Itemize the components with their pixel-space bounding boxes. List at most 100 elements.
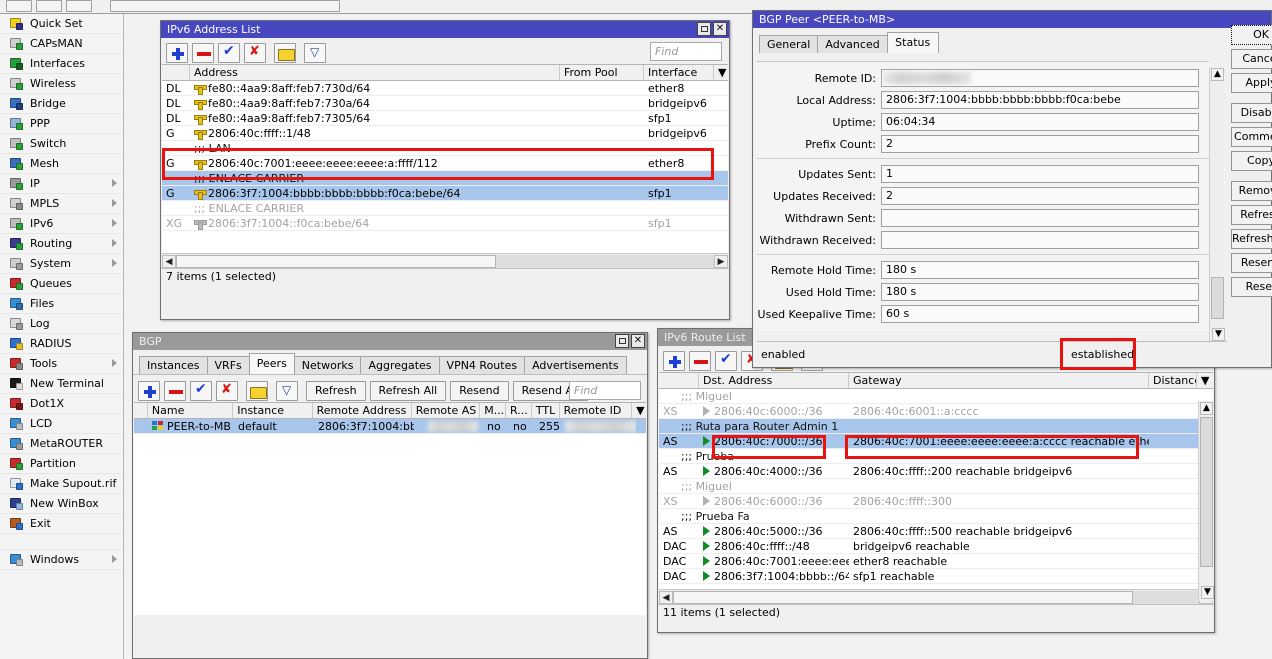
tab-instances[interactable]: Instances [139,356,208,374]
reset-button[interactable]: Reset [1231,277,1272,297]
table-row[interactable]: DLfe80::4aa9:8aff:feb7:730a/64bridgeipv6 [162,96,728,111]
sidebar-item-routing[interactable]: Routing [0,234,123,254]
filter-icon[interactable] [304,43,326,63]
table-row[interactable]: XG2806:3f7:1004::f0ca:bebe/64sfp1 [162,216,728,231]
sidebar-item-log[interactable]: Log [0,314,123,334]
scroll-down-icon[interactable]: ▼ [1201,586,1214,599]
vscroll-thumb[interactable] [1211,277,1224,319]
sidebar-item-new-winbox[interactable]: New WinBox [0,494,123,514]
table-row[interactable]: DLfe80::4aa9:8aff:feb7:730d/64ether8 [162,81,728,96]
field-input[interactable] [881,209,1199,227]
col-distance[interactable]: Distance [1149,373,1197,388]
remove-button[interactable]: Remove [1231,181,1272,201]
table-row-comment[interactable]: ;;; Ruta para Router Admin 1 [659,419,1213,434]
col-flags[interactable] [134,403,148,418]
comment-button[interactable]: Comment [1231,127,1272,147]
col-gateway[interactable]: Gateway [849,373,1149,388]
table-row[interactable]: AS2806:40c:5000::/362806:40c:ffff::500 r… [659,524,1213,539]
table-row[interactable]: XS2806:40c:6000::/362806:40c:6001::a:ccc… [659,404,1213,419]
table-row[interactable]: DAC2806:40c:7001:eeee:eee..ether8 reacha… [659,554,1213,569]
sidebar-item-mesh[interactable]: Mesh [0,154,123,174]
hscroll-thumb[interactable] [176,255,496,268]
sidebar-item-exit[interactable]: Exit [0,514,123,534]
scroll-down-icon[interactable]: ▼ [1212,328,1225,341]
col-from-pool[interactable]: From Pool [560,65,644,80]
table-row[interactable]: XS2806:40c:6000::/362806:40c:ffff::300 [659,494,1213,509]
col-interface[interactable]: Interface [644,65,714,80]
scroll-left-icon[interactable]: ◀ [162,255,176,268]
maximize-button[interactable] [615,334,629,348]
col-instance[interactable]: Instance [233,403,312,418]
disable-button[interactable]: Disable [1231,103,1272,123]
toolbar-button-3[interactable] [66,0,92,12]
sidebar-item-quick-set[interactable]: Quick Set [0,14,123,34]
comment-icon[interactable] [246,381,268,401]
sidebar-item-ip[interactable]: IP [0,174,123,194]
hscroll-track[interactable] [673,591,1199,604]
ipv6-address-hscroll[interactable]: ◀ ▶ [162,253,728,268]
tab-general[interactable]: General [759,35,818,53]
toolbar-button-2[interactable] [36,0,62,12]
tab-advertisements[interactable]: Advertisements [524,356,626,374]
add-icon[interactable] [166,43,188,63]
filter-icon[interactable] [276,381,298,401]
remove-icon[interactable] [164,381,186,401]
sidebar-item-ipv6[interactable]: IPv6 [0,214,123,234]
ipv6-address-list-titlebar[interactable]: IPv6 Address List ✕ [161,21,729,38]
col-menu-icon[interactable]: ▼ [714,65,728,80]
col-name[interactable]: Name [148,403,233,418]
col-remote-as[interactable]: Remote AS [412,403,480,418]
table-row-comment[interactable]: ;;; LAN [162,141,728,156]
sidebar-item-switch[interactable]: Switch [0,134,123,154]
ipv6-route-vscroll[interactable]: ▲ ▼ [1198,401,1213,601]
field-input[interactable]: 06:04:34 [881,113,1199,131]
table-row-comment[interactable]: ;;; Prueba Fa [659,509,1213,524]
add-icon[interactable] [138,381,160,401]
sidebar-item-partition[interactable]: Partition [0,454,123,474]
close-icon[interactable]: ✕ [713,22,727,36]
col-flags[interactable] [659,373,699,388]
field-input[interactable]: 2 [881,135,1199,153]
add-icon[interactable] [663,351,685,371]
col-remote-id[interactable]: Remote ID [560,403,632,418]
bgp-titlebar[interactable]: BGP ✕ [133,333,647,350]
sidebar-item-dot1x[interactable]: Dot1X [0,394,123,414]
table-row-comment[interactable]: ;;; Prueba [659,449,1213,464]
sidebar-item-radius[interactable]: RADIUS [0,334,123,354]
refresh-all-button[interactable]: Refresh All [370,381,447,401]
scroll-left-icon[interactable]: ◀ [659,591,673,604]
scroll-up-icon[interactable]: ▲ [1211,68,1224,81]
sidebar-item-lcd[interactable]: LCD [0,414,123,434]
tab-networks[interactable]: Networks [294,356,362,374]
table-row[interactable]: AS2806:40c:7000::/362806:40c:7001:eeee:e… [659,434,1213,449]
table-row-comment[interactable]: ;;; ENLACE CARRIER [162,201,728,216]
table-row[interactable]: AS2806:40c:4000::/362806:40c:ffff::200 r… [659,464,1213,479]
sidebar-item-ppp[interactable]: PPP [0,114,123,134]
col-dst-address[interactable]: Dst. Address [699,373,849,388]
sidebar-item-capsman[interactable]: CAPsMAN [0,34,123,54]
maximize-button[interactable] [697,22,711,36]
scroll-up-icon[interactable]: ▲ [1200,402,1213,415]
scroll-right-icon[interactable]: ▶ [714,255,728,268]
enable-icon[interactable] [715,351,737,371]
enable-icon[interactable] [218,43,240,63]
col-flags[interactable] [162,65,190,80]
ipv6-route-hscroll[interactable]: ◀ ▶ [659,589,1213,604]
col-ttl[interactable]: TTL [532,403,560,418]
field-input[interactable]: 60 s [881,305,1199,323]
copy-button[interactable]: Copy [1231,151,1272,171]
table-row-comment[interactable]: ;;; Miguel [659,479,1213,494]
table-row[interactable]: DAC2806:40c:ffff::/48bridgeipv6 reachabl… [659,539,1213,554]
field-input[interactable]: 2 [881,187,1199,205]
sidebar-item-metarouter[interactable]: MetaROUTER [0,434,123,454]
sidebar-item-interfaces[interactable]: Interfaces [0,54,123,74]
ok-button[interactable]: OK [1231,25,1272,45]
sidebar-item-tools[interactable]: Tools [0,354,123,374]
tab-peers[interactable]: Peers [249,353,295,374]
sidebar-item-bridge[interactable]: Bridge [0,94,123,114]
col-multihop[interactable]: M... [480,403,506,418]
field-input[interactable] [881,231,1199,249]
hscroll-thumb[interactable] [673,591,1133,604]
table-row[interactable]: G2806:3f7:1004:bbbb:bbbb:bbbb:f0ca:bebe/… [162,186,728,201]
refresh-button[interactable]: Refresh [306,381,366,401]
